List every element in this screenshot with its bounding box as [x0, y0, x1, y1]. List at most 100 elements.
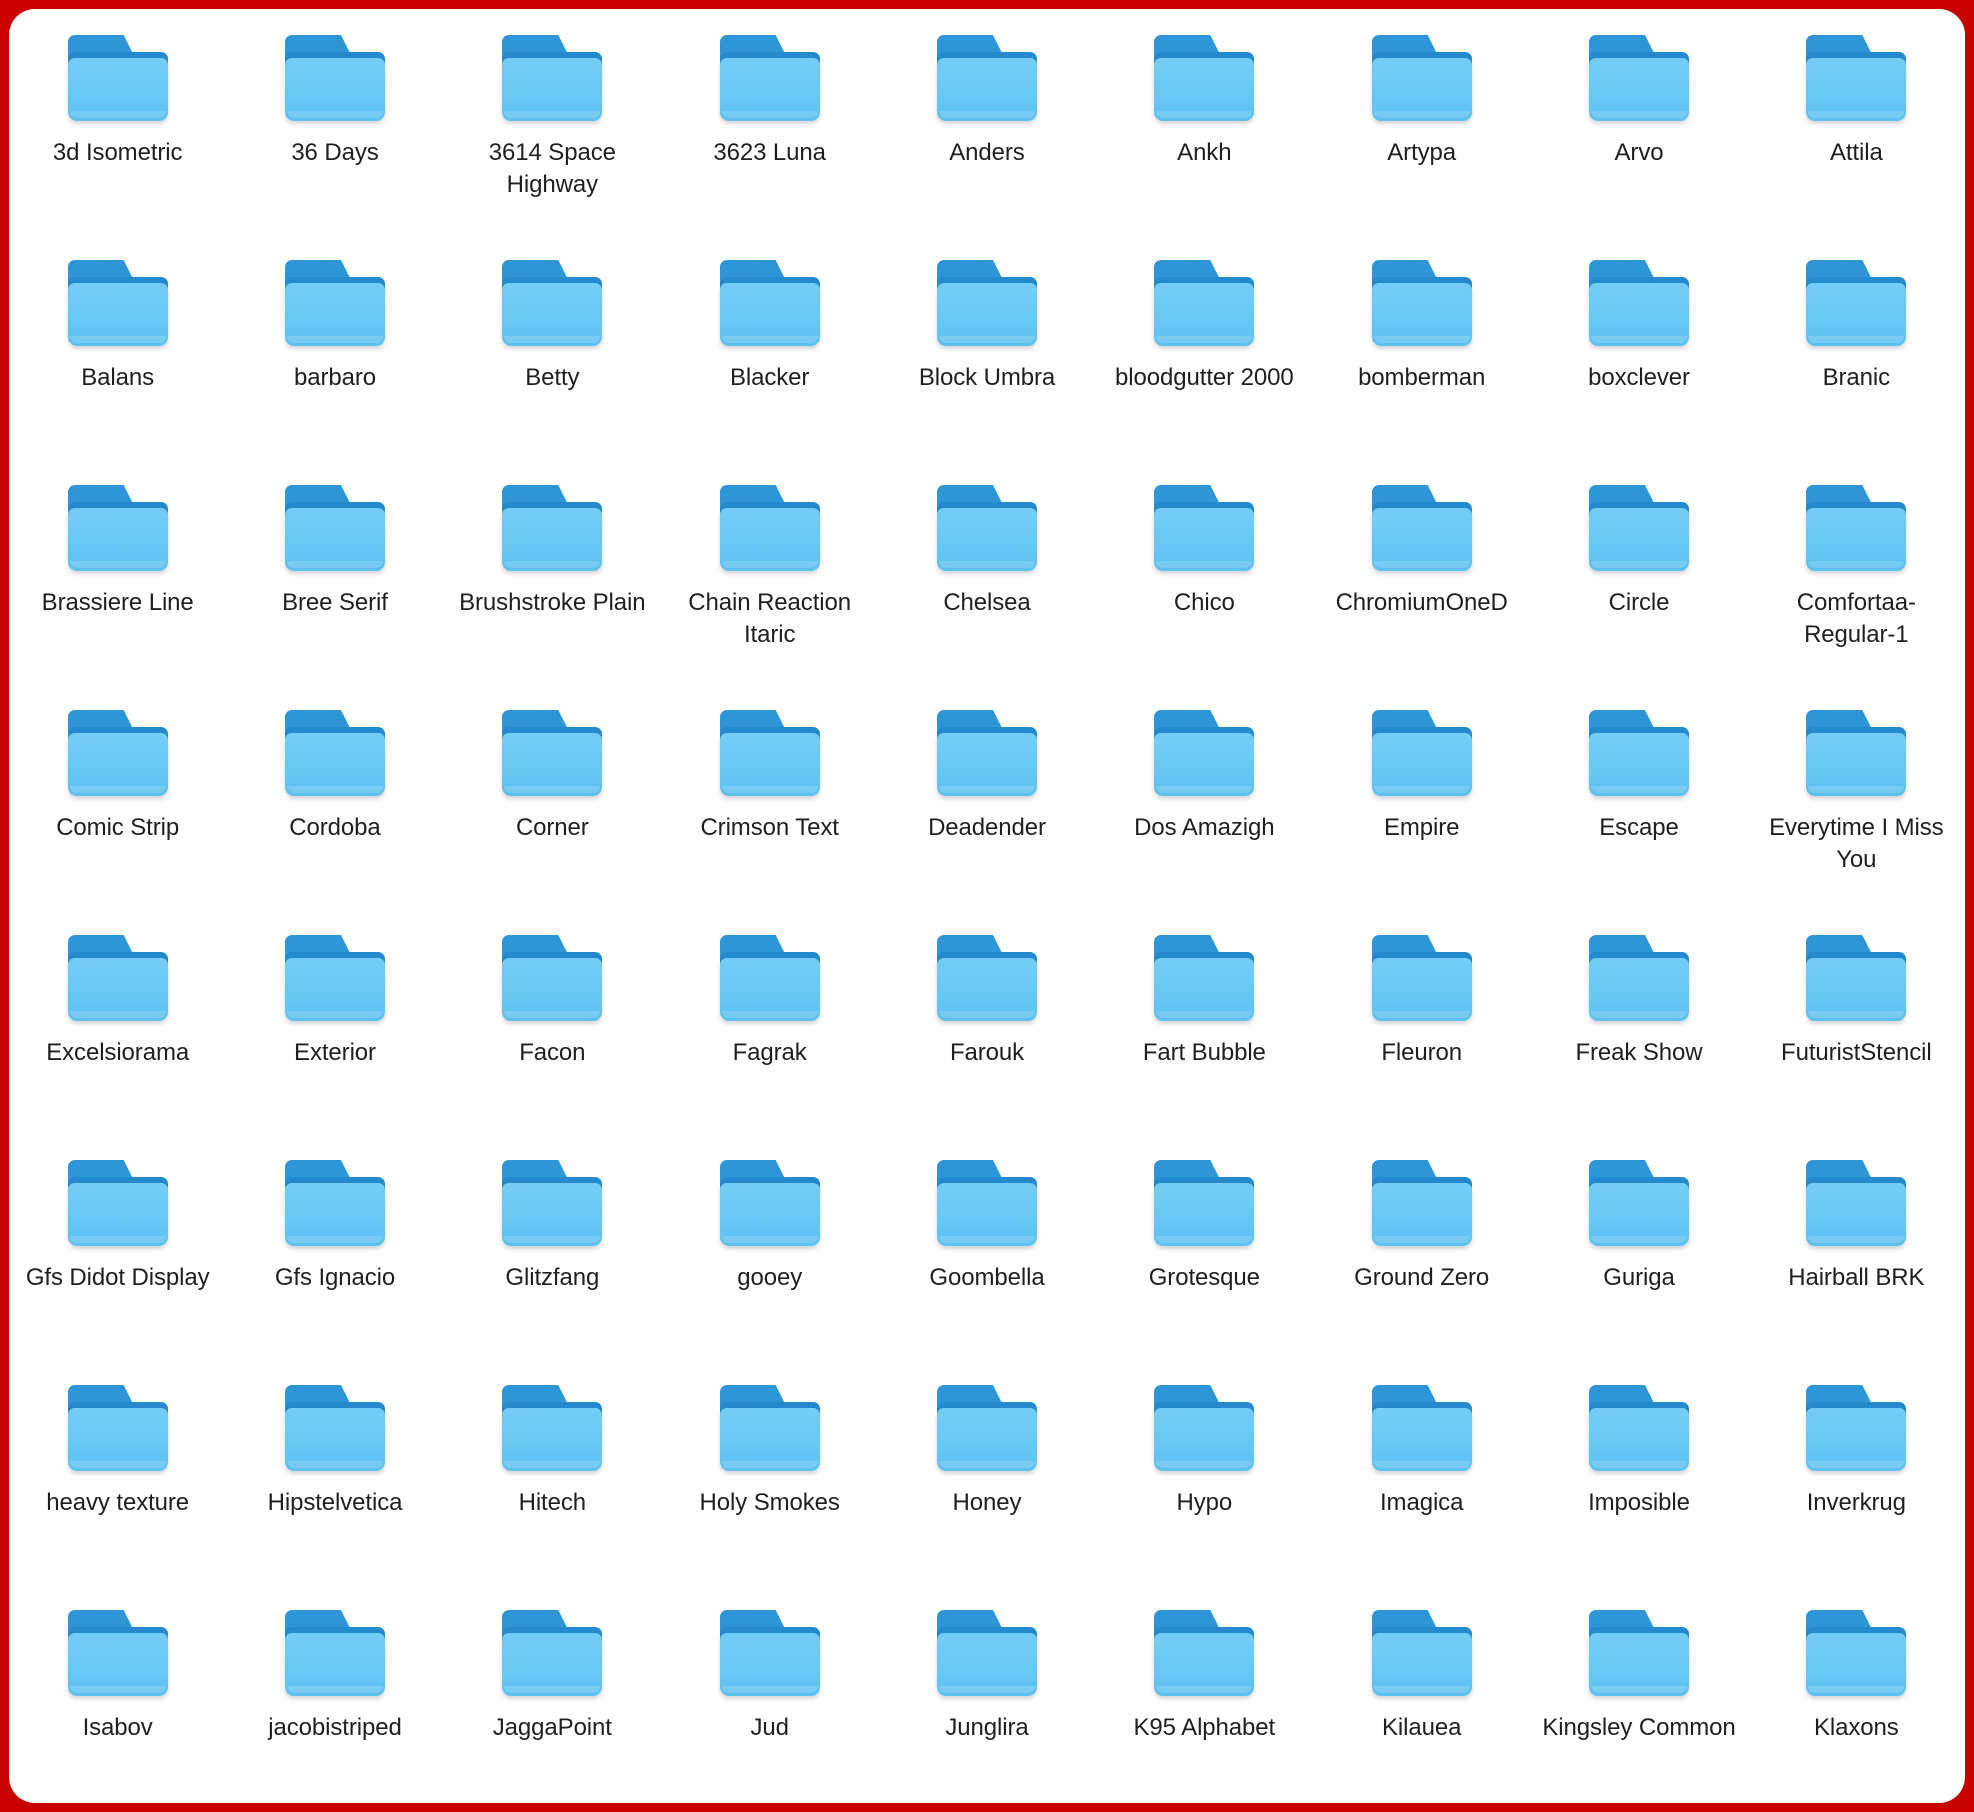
folder-icon[interactable]	[1806, 1160, 1907, 1246]
folder-icon[interactable]	[936, 1385, 1037, 1471]
folder-icon[interactable]	[1154, 1160, 1255, 1246]
folder-icon[interactable]	[719, 935, 820, 1021]
folder-icon[interactable]	[719, 1160, 820, 1246]
folder-icon[interactable]	[502, 260, 603, 346]
folder-icon[interactable]	[936, 260, 1037, 346]
folder-icon[interactable]	[1806, 710, 1907, 796]
folder-icon[interactable]	[719, 1610, 820, 1696]
folder-item[interactable]: Gfs Ignacio	[226, 1150, 443, 1375]
folder-item[interactable]: K95 Alphabet	[1096, 1600, 1313, 1803]
folder-icon[interactable]	[284, 260, 385, 346]
folder-item[interactable]: Balans	[9, 250, 226, 475]
folder-icon[interactable]	[1806, 485, 1907, 571]
folder-icon[interactable]	[936, 1160, 1037, 1246]
folder-item[interactable]: Everytime I Miss You	[1748, 700, 1965, 925]
folder-item[interactable]: Cordoba	[226, 700, 443, 925]
folder-item[interactable]: Guriga	[1530, 1150, 1747, 1375]
folder-item[interactable]: Blacker	[661, 250, 878, 475]
folder-icon[interactable]	[1371, 1160, 1472, 1246]
folder-icon[interactable]	[67, 260, 168, 346]
folder-item[interactable]: JaggaPoint	[444, 1600, 661, 1803]
folder-item[interactable]: Comfortaa-Regular-1	[1748, 475, 1965, 700]
folder-icon[interactable]	[502, 1385, 603, 1471]
folder-icon[interactable]	[1588, 485, 1689, 571]
folder-icon[interactable]	[1371, 710, 1472, 796]
folder-item[interactable]: ChromiumOneD	[1313, 475, 1530, 700]
folder-icon[interactable]	[67, 1385, 168, 1471]
folder-icon[interactable]	[284, 485, 385, 571]
folder-item[interactable]: Arvo	[1530, 25, 1747, 250]
folder-grid[interactable]: 3d Isometric 36 Days 3614 Space Highway 362…	[9, 9, 1965, 1803]
folder-icon[interactable]	[936, 35, 1037, 121]
folder-item[interactable]: Betty	[444, 250, 661, 475]
folder-item[interactable]: Kilauea	[1313, 1600, 1530, 1803]
folder-icon[interactable]	[1588, 1160, 1689, 1246]
folder-icon[interactable]	[502, 35, 603, 121]
folder-icon[interactable]	[1154, 710, 1255, 796]
folder-icon[interactable]	[1806, 1385, 1907, 1471]
folder-item[interactable]: 3623 Luna	[661, 25, 878, 250]
folder-item[interactable]: bomberman	[1313, 250, 1530, 475]
folder-item[interactable]: Fagrak	[661, 925, 878, 1150]
folder-icon[interactable]	[1588, 35, 1689, 121]
folder-icon[interactable]	[719, 710, 820, 796]
folder-icon[interactable]	[1154, 1610, 1255, 1696]
folder-item[interactable]: Hitech	[444, 1375, 661, 1600]
folder-icon[interactable]	[1588, 710, 1689, 796]
folder-item[interactable]: Chelsea	[878, 475, 1095, 700]
folder-icon[interactable]	[1154, 35, 1255, 121]
folder-item[interactable]: FuturistStencil	[1748, 925, 1965, 1150]
folder-icon[interactable]	[67, 35, 168, 121]
folder-icon[interactable]	[502, 485, 603, 571]
folder-item[interactable]: Hipstelvetica	[226, 1375, 443, 1600]
folder-item[interactable]: Empire	[1313, 700, 1530, 925]
folder-icon[interactable]	[67, 710, 168, 796]
folder-item[interactable]: Circle	[1530, 475, 1747, 700]
folder-icon[interactable]	[284, 935, 385, 1021]
folder-item[interactable]: Chain Reaction Itaric	[661, 475, 878, 700]
folder-icon[interactable]	[1371, 485, 1472, 571]
folder-icon[interactable]	[67, 485, 168, 571]
folder-icon[interactable]	[1154, 935, 1255, 1021]
folder-item[interactable]: Freak Show	[1530, 925, 1747, 1150]
folder-icon[interactable]	[1806, 935, 1907, 1021]
folder-item[interactable]: Anders	[878, 25, 1095, 250]
folder-item[interactable]: Imagica	[1313, 1375, 1530, 1600]
folder-item[interactable]: Excelsiorama	[9, 925, 226, 1150]
folder-item[interactable]: Goombella	[878, 1150, 1095, 1375]
folder-icon[interactable]	[1806, 35, 1907, 121]
folder-icon[interactable]	[67, 935, 168, 1021]
folder-item[interactable]: Imposible	[1530, 1375, 1747, 1600]
folder-item[interactable]: gooey	[661, 1150, 878, 1375]
folder-item[interactable]: Attila	[1748, 25, 1965, 250]
folder-icon[interactable]	[67, 1610, 168, 1696]
folder-item[interactable]: jacobistriped	[226, 1600, 443, 1803]
folder-icon[interactable]	[284, 1160, 385, 1246]
folder-icon[interactable]	[1154, 260, 1255, 346]
folder-icon[interactable]	[1806, 1610, 1907, 1696]
folder-icon[interactable]	[284, 710, 385, 796]
folder-item[interactable]: Chico	[1096, 475, 1313, 700]
folder-item[interactable]: Gfs Didot Display	[9, 1150, 226, 1375]
folder-item[interactable]: barbaro	[226, 250, 443, 475]
folder-item[interactable]: Inverkrug	[1748, 1375, 1965, 1600]
folder-item[interactable]: 36 Days	[226, 25, 443, 250]
folder-item[interactable]: Klaxons	[1748, 1600, 1965, 1803]
folder-icon[interactable]	[936, 710, 1037, 796]
folder-icon[interactable]	[719, 35, 820, 121]
folder-icon[interactable]	[719, 485, 820, 571]
folder-item[interactable]: Farouk	[878, 925, 1095, 1150]
folder-item[interactable]: Grotesque	[1096, 1150, 1313, 1375]
folder-item[interactable]: Dos Amazigh	[1096, 700, 1313, 925]
folder-item[interactable]: Kingsley Common	[1530, 1600, 1747, 1803]
folder-item[interactable]: Hypo	[1096, 1375, 1313, 1600]
folder-icon[interactable]	[1371, 935, 1472, 1021]
folder-item[interactable]: Crimson Text	[661, 700, 878, 925]
folder-icon[interactable]	[1806, 260, 1907, 346]
folder-icon[interactable]	[502, 710, 603, 796]
folder-icon[interactable]	[67, 1160, 168, 1246]
folder-item[interactable]: Hairball BRK	[1748, 1150, 1965, 1375]
folder-item[interactable]: Corner	[444, 700, 661, 925]
folder-icon[interactable]	[719, 1385, 820, 1471]
folder-item[interactable]: Holy Smokes	[661, 1375, 878, 1600]
